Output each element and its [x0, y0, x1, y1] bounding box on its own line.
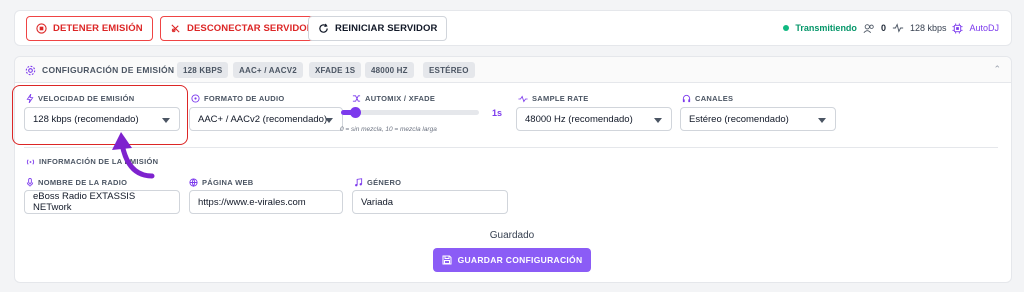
bitrate-field-label: VELOCIDAD DE EMISIÓN	[26, 94, 134, 103]
chevron-down-icon	[654, 118, 662, 123]
website-input[interactable]: https://www.e-virales.com	[189, 190, 343, 214]
website-field-label: PÁGINA WEB	[189, 178, 253, 187]
disc-icon	[191, 94, 200, 103]
samplerate-select-value: 48000 Hz (recomendado)	[525, 113, 633, 125]
live-dot-icon	[783, 25, 790, 31]
stop-broadcast-label: DETENER EMISIÓN	[53, 23, 143, 34]
config-panel-title: CONFIGURACIÓN DE EMISIÓN	[25, 57, 174, 83]
radio-name-value: eBoss Radio EXTASSIS NETwork	[33, 191, 136, 213]
xfade-value: 1s	[492, 108, 503, 118]
genre-value: Variada	[361, 196, 394, 208]
stop-broadcast-button[interactable]: DETENER EMISIÓN	[26, 16, 153, 41]
channels-select[interactable]: Estéreo (recomendado)	[680, 107, 836, 131]
gear-icon	[25, 65, 36, 75]
save-config-label: GUARDAR CONFIGURACIÓN	[457, 255, 583, 265]
zap-icon	[26, 94, 34, 103]
activity-icon	[518, 95, 528, 102]
music-note-icon	[355, 178, 363, 187]
samplerate-label-text: SAMPLE RATE	[532, 94, 589, 103]
genre-input[interactable]: Variada	[352, 190, 508, 214]
samplerate-select[interactable]: 48000 Hz (recomendado)	[516, 107, 672, 131]
refresh-icon	[319, 23, 328, 33]
saved-status-text: Guardado	[489, 230, 535, 241]
listener-count: 0	[880, 23, 886, 33]
save-icon	[442, 255, 452, 265]
chevron-down-icon	[818, 118, 826, 123]
broadcast-status: Transmitiendo 0 128 kbps AutoDJ	[783, 11, 999, 45]
annotation-arrow-icon	[112, 132, 155, 179]
genre-label-text: GÉNERO	[367, 178, 402, 187]
xfade-label-text: AUTOMIX / XFADE	[365, 94, 436, 103]
microphone-icon	[26, 178, 34, 187]
control-toolbar: DETENER EMISIÓN DESCONECTAR SERVIDOR REI…	[14, 10, 1012, 46]
website-label-text: PÁGINA WEB	[202, 178, 254, 187]
disconnect-server-label: DESCONECTAR SERVIDOR	[187, 23, 314, 34]
stop-circle-icon	[36, 23, 47, 34]
restart-server-label: REINICIAR SERVIDOR	[335, 23, 438, 34]
format-field-label: FORMATO DE AUDIO	[191, 94, 285, 103]
genre-field-label: GÉNERO	[354, 178, 401, 187]
xfade-slider-thumb[interactable]	[350, 107, 361, 118]
channels-label-text: CANALES	[695, 94, 734, 103]
xfade-slider[interactable]	[341, 107, 479, 118]
restart-server-button[interactable]: REINICIAR SERVIDOR	[308, 16, 448, 41]
config-title-text: CONFIGURACIÓN DE EMISIÓN	[42, 65, 175, 75]
bitrate-label-text: VELOCIDAD DE EMISIÓN	[38, 94, 135, 103]
shuffle-icon	[352, 95, 361, 102]
chevron-up-icon[interactable]: ⌃	[993, 64, 1001, 75]
format-label-text: FORMATO DE AUDIO	[204, 94, 285, 103]
config-panel-header[interactable]: CONFIGURACIÓN DE EMISIÓN 128 KBPS AAC+ /…	[15, 57, 1011, 83]
chip-samplerate: 48000 HZ	[365, 62, 414, 78]
xfade-field-label: AUTOMIX / XFADE	[352, 94, 435, 103]
users-icon	[863, 23, 874, 33]
disconnect-server-button[interactable]: DESCONECTAR SERVIDOR	[160, 16, 324, 41]
chip-channels: ESTÉREO	[423, 62, 475, 78]
chevron-down-icon	[325, 118, 333, 123]
headphones-icon	[682, 94, 691, 103]
chip-xfade: XFADE 1S	[309, 62, 362, 78]
section-divider	[24, 147, 998, 148]
chip-format: AAC+ / AACV2	[233, 62, 303, 78]
format-select-value: AAC+ / AACv2 (recomendado)	[198, 113, 328, 125]
chip-bitrate: 128 KBPS	[177, 62, 229, 78]
bitrate-readout: 128 kbps	[909, 23, 947, 33]
bitrate-select-value: 128 kbps (recomendado)	[33, 113, 139, 125]
radio-name-input[interactable]: eBoss Radio EXTASSIS NETwork	[24, 190, 180, 214]
format-select[interactable]: AAC+ / AACv2 (recomendado)	[189, 107, 343, 131]
chevron-down-icon	[162, 118, 170, 123]
activity-icon	[892, 23, 904, 33]
autodj-label: AutoDJ	[969, 23, 999, 33]
save-config-button[interactable]: GUARDAR CONFIGURACIÓN	[433, 248, 591, 272]
xfade-hint: 0 = sin mezcla, 10 = mezcla larga	[340, 126, 437, 133]
unplug-icon	[171, 24, 180, 33]
channels-select-value: Estéreo (recomendado)	[689, 113, 789, 125]
status-text: Transmitiendo	[795, 23, 857, 33]
radio-waves-icon	[26, 158, 35, 165]
cpu-icon	[952, 22, 964, 34]
channels-field-label: CANALES	[682, 94, 733, 103]
globe-icon	[189, 178, 198, 187]
samplerate-field-label: SAMPLE RATE	[518, 94, 589, 103]
website-value: https://www.e-virales.com	[198, 196, 306, 208]
